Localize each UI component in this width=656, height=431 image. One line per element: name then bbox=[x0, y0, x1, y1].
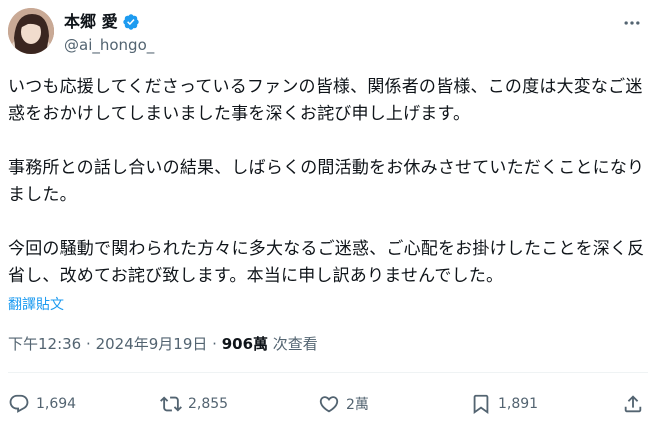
user-handle[interactable]: @ai_hongo_ bbox=[64, 36, 154, 54]
display-name[interactable]: 本郷 愛 bbox=[64, 12, 118, 32]
more-icon[interactable] bbox=[618, 12, 646, 34]
reply-icon bbox=[9, 394, 29, 413]
like-count: 2萬 bbox=[346, 397, 369, 413]
avatar-image bbox=[8, 8, 54, 54]
tweet-meta: 下午12:36 · 2024年9月19日 · 906萬 次查看 bbox=[8, 334, 318, 354]
meta-separator: · bbox=[212, 335, 222, 353]
bookmark-icon bbox=[473, 394, 489, 415]
views-label: 次查看 bbox=[272, 335, 318, 353]
tweet-paragraph: いつも応援してくださっているファンの皆様、関係者の皆様、この度は大変なご迷惑をお… bbox=[8, 77, 643, 124]
tweet: 本郷 愛 @ai_hongo_ いつも応援してくださっているファンの皆様、関係者… bbox=[0, 0, 656, 431]
retweet-icon bbox=[160, 396, 182, 412]
bookmark-button[interactable]: 1,891 bbox=[470, 388, 538, 420]
verified-badge-icon bbox=[122, 13, 140, 31]
retweet-button[interactable]: 2,855 bbox=[160, 388, 228, 420]
like-button[interactable]: 2萬 bbox=[318, 388, 369, 420]
tweet-paragraph: 今回の騒動で関わられた方々に多大なるご迷惑、ご心配をお掛けしたことを深く反省し、… bbox=[8, 239, 645, 286]
reply-button[interactable]: 1,694 bbox=[8, 388, 76, 420]
views-count[interactable]: 906萬 bbox=[222, 335, 268, 353]
share-icon bbox=[624, 395, 642, 413]
reply-count: 1,694 bbox=[36, 396, 77, 412]
tweet-text: いつも応援してくださっているファンの皆様、関係者の皆様、この度は大変なご迷惑をお… bbox=[8, 74, 648, 290]
tweet-date[interactable]: 2024年9月19日 bbox=[96, 335, 208, 353]
tweet-paragraph: 事務所との話し合いの結果、しばらくの間活動をお休みさせていただくことになりました… bbox=[8, 158, 645, 205]
share-button[interactable] bbox=[622, 388, 644, 420]
action-bar: 1,694 2,855 2萬 1,891 bbox=[0, 388, 656, 420]
like-icon bbox=[319, 396, 339, 413]
divider bbox=[8, 372, 648, 373]
bookmark-count: 1,891 bbox=[498, 396, 539, 412]
retweet-count: 2,855 bbox=[188, 396, 229, 412]
tweet-time[interactable]: 下午12:36 bbox=[8, 335, 81, 353]
translate-post-link[interactable]: 翻譯貼文 bbox=[8, 296, 64, 314]
avatar[interactable] bbox=[8, 8, 54, 54]
tweet-header: 本郷 愛 @ai_hongo_ bbox=[8, 8, 648, 60]
meta-separator: · bbox=[86, 335, 96, 353]
name-row: 本郷 愛 bbox=[64, 12, 140, 32]
